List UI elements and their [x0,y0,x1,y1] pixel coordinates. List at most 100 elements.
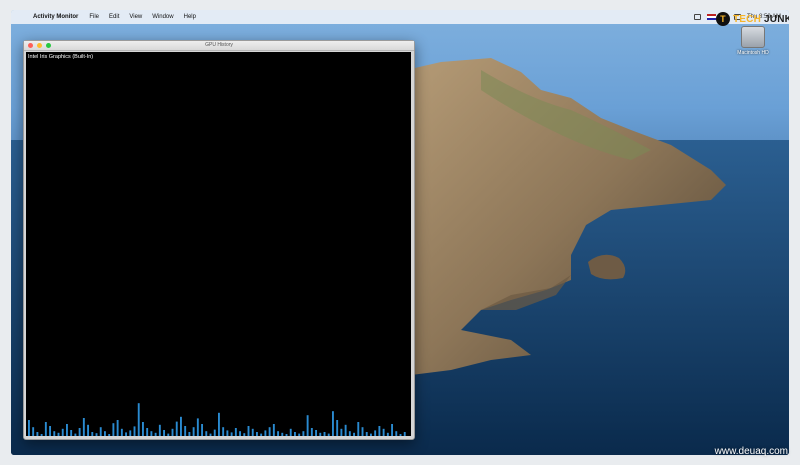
gpu-usage-bar [399,434,402,436]
gpu-usage-bar [310,428,313,436]
gpu-usage-bar [357,422,360,436]
gpu-history-window[interactable]: GPU History Intel Iris Graphics (Built-I… [23,40,415,440]
gpu-usage-bar [171,428,174,436]
menu-help[interactable]: Help [184,14,196,20]
gpu-usage-bar [315,430,318,436]
gpu-usage-bar [57,432,60,436]
gpu-usage-bar [340,428,343,436]
menu-edit[interactable]: Edit [109,14,119,20]
gpu-usage-bar [234,428,237,436]
gpu-usage-bar [268,427,271,436]
gpu-usage-bar [70,430,73,436]
gpu-usage-bar [146,428,149,436]
gpu-usage-bar [158,424,161,436]
gpu-usage-bar [175,421,178,436]
gpu-usage-bar [323,432,326,436]
gpu-usage-bar [53,431,56,436]
gpu-usage-bar [209,433,212,436]
gpu-usage-bar [230,432,233,436]
gpu-name-label: Intel Iris Graphics (Built-In) [28,54,94,60]
gpu-usage-bar [319,432,322,436]
gpu-usage-bar [188,432,191,436]
window-title: GPU History [205,42,233,48]
gpu-usage-bar [66,424,68,436]
gpu-usage-bar [87,424,90,436]
gpu-usage-bar [226,430,229,436]
input-source-flag-icon[interactable] [706,14,716,20]
gpu-usage-bar [180,416,182,436]
gpu-usage-bar [336,420,339,436]
gpu-usage-bar [154,432,157,436]
gpu-usage-bar [91,432,94,436]
gpu-usage-bar [82,418,85,436]
gpu-usage-bar [112,423,115,436]
gpu-usage-bar [247,426,250,436]
gpu-usage-bar [251,428,254,436]
gpu-usage-bar [344,424,347,436]
gpu-usage-bar [306,415,309,436]
gpu-usage-bar [78,428,81,436]
gpu-usage-bar [133,426,136,436]
gpu-usage-bar [108,434,111,436]
gpu-usage-bar [361,427,364,436]
gpu-usage-bar [137,403,140,436]
gpu-usage-bar [74,433,77,436]
app-menu-activity-monitor[interactable]: Activity Monitor [33,14,78,20]
gpu-usage-bar [184,426,187,436]
gpu-usage-bar [353,432,356,436]
gpu-usage-bar [129,430,132,436]
menu-window[interactable]: Window [152,14,173,20]
gpu-usage-bar [125,432,128,436]
gpu-usage-bar [289,428,292,436]
gpu-usage-bar [28,420,30,436]
gpu-usage-bar [218,412,220,436]
gpu-usage-bar [378,426,381,436]
gpu-usage-bar [213,429,216,436]
gpu-usage-bar [382,428,385,436]
screen-mirroring-icon[interactable] [693,14,701,20]
menu-file[interactable]: File [89,14,99,20]
drive-label: Macintosh HD [737,50,769,56]
gpu-usage-bar [243,433,246,436]
gpu-usage-bar [272,424,275,436]
watermark-url: www.deuaq.com [714,446,788,457]
gpu-usage-bar [61,428,64,436]
gpu-usage-bar [142,422,144,436]
gpu-usage-bar [163,430,166,436]
gpu-usage-bars [28,403,406,436]
gpu-usage-bar [104,431,106,436]
techjunkie-logo: T TECHJUNKIE [716,12,789,26]
gpu-usage-bar [374,430,377,436]
gpu-usage-bar [277,431,280,436]
gpu-usage-bar [196,418,199,436]
gpu-usage-bar [403,432,406,436]
gpu-usage-bar [150,431,153,436]
menu-view[interactable]: View [129,14,142,20]
gpu-usage-bar [256,432,258,436]
hard-drive-icon [741,26,765,48]
gpu-usage-bar [260,433,263,436]
desktop: Activity Monitor File Edit View Window H… [11,10,789,455]
gpu-usage-bar [49,426,52,436]
gpu-usage-bar [44,422,47,436]
techjunkie-mark-icon: T [716,12,730,26]
desktop-drive-macintosh-hd[interactable]: Macintosh HD [733,26,773,56]
menu-bar: Activity Monitor File Edit View Window H… [11,10,789,24]
gpu-usage-bar [239,431,242,436]
gpu-usage-bar [365,432,368,436]
gpu-usage-bar [192,427,195,436]
gpu-usage-bar [167,433,170,436]
gpu-usage-bar [36,432,39,436]
gpu-usage-bar [348,431,351,436]
window-titlebar[interactable]: GPU History [24,41,414,51]
gpu-usage-bar [294,432,296,436]
gpu-usage-bar [116,420,119,436]
gpu-usage-bar [327,433,330,436]
gpu-usage-bar [285,434,288,436]
gpu-usage-bar [40,434,43,436]
gpu-usage-bar [205,431,208,436]
gpu-usage-bar [99,427,102,436]
gpu-usage-bar [32,427,35,436]
logo-text-tech: TECH [733,13,762,25]
gpu-usage-bar [395,431,398,436]
